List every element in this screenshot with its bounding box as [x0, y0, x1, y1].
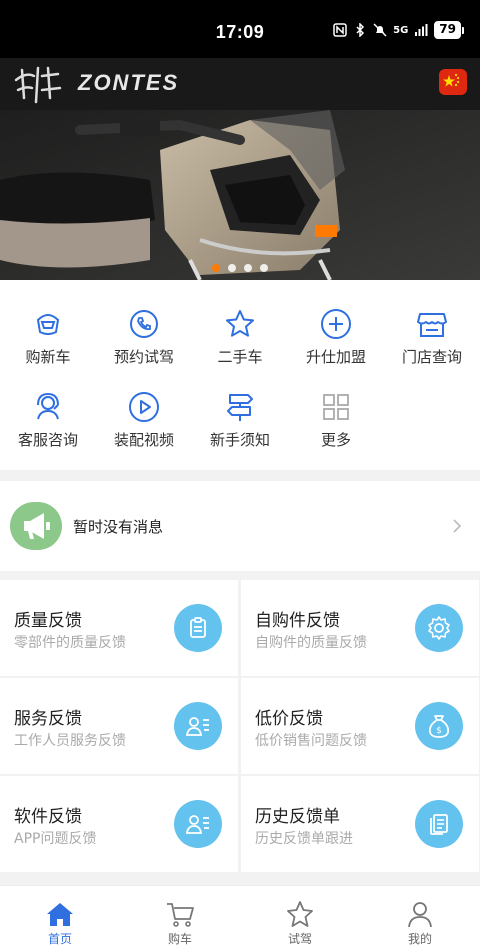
nav-label: 首页 — [47, 932, 72, 946]
carousel-dot[interactable] — [260, 264, 268, 272]
card-title: 质量反馈 — [14, 611, 82, 631]
network-label: 5G — [393, 24, 409, 36]
mute-bell-icon — [373, 23, 387, 37]
status-bar: 17:09 5G 79 — [0, 0, 480, 58]
star-icon — [287, 901, 313, 927]
megaphone-icon — [24, 513, 50, 539]
person-card-icon — [174, 800, 222, 848]
nav-label: 试驾 — [287, 932, 312, 946]
card-subtitle: 零部件的质量反馈 — [14, 635, 126, 651]
battery-indicator: 79 — [434, 21, 464, 39]
battery-level: 79 — [434, 21, 461, 39]
quick-item-assembly-video[interactable]: 装配视频 — [96, 391, 192, 461]
quick-item-more[interactable]: 更多 — [288, 391, 384, 461]
person-card-icon — [174, 702, 222, 750]
carousel-dot[interactable] — [244, 264, 252, 272]
clipboard-icon — [174, 604, 222, 652]
plus-circle-icon — [321, 309, 351, 339]
phone-icon — [130, 310, 158, 338]
carousel-dot[interactable] — [212, 264, 220, 272]
nav-buy-car[interactable]: 购车 — [120, 886, 240, 950]
signal-icon — [415, 24, 428, 36]
quick-item-customer-service[interactable]: 客服咨询 — [0, 391, 96, 461]
svg-text:$: $ — [436, 726, 442, 736]
card-service-feedback[interactable]: 服务反馈 工作人员服务反馈 — [0, 678, 238, 774]
card-title: 服务反馈 — [14, 709, 82, 729]
home-icon — [47, 903, 73, 926]
signpost-icon — [227, 394, 253, 421]
gear-icon — [415, 604, 463, 652]
cart-icon — [167, 903, 194, 927]
card-low-price-feedback[interactable]: 低价反馈 低价销售问题反馈 $ — [241, 678, 479, 774]
nav-test-drive[interactable]: 试驾 — [240, 886, 360, 950]
quick-item-franchise[interactable]: 升仕加盟 — [288, 308, 384, 378]
brand-header: ZONTES — [0, 58, 480, 110]
quick-item-store-search[interactable]: 门店查询 — [384, 308, 480, 378]
quick-item-used-car[interactable]: 二手车 — [192, 308, 288, 378]
chevron-right-icon — [453, 519, 462, 533]
star-icon — [226, 310, 254, 337]
motorcycle-image — [0, 110, 480, 280]
document-icon — [415, 800, 463, 848]
brand-logo — [14, 66, 62, 104]
card-subtitle: 自购件的质量反馈 — [255, 635, 367, 651]
feedback-cards: 质量反馈 零部件的质量反馈 自购件反馈 自购件的质量反馈 服务反馈 工作人员服务… — [0, 580, 480, 885]
money-bag-icon: $ — [415, 702, 463, 750]
store-icon — [417, 313, 447, 337]
hero-banner[interactable] — [0, 110, 480, 280]
nfc-icon — [333, 23, 347, 37]
grid-icon — [323, 394, 349, 420]
card-self-purchased-feedback[interactable]: 自购件反馈 自购件的质量反馈 — [241, 580, 479, 676]
card-history-feedback[interactable]: 历史反馈单 历史反馈单跟进 — [241, 776, 479, 872]
card-title: 低价反馈 — [255, 709, 323, 729]
carousel-dot[interactable] — [228, 264, 236, 272]
play-icon — [129, 392, 159, 422]
card-subtitle: 历史反馈单跟进 — [255, 831, 353, 847]
nav-home[interactable]: 首页 — [0, 886, 120, 950]
nav-mine[interactable]: 我的 — [360, 886, 480, 950]
user-icon — [408, 902, 432, 928]
notice-icon-wrap — [10, 502, 62, 550]
bottom-nav: 首页 购车 试驾 我的 — [0, 885, 480, 950]
card-subtitle: APP问题反馈 — [14, 831, 97, 847]
bluetooth-icon — [356, 23, 365, 37]
quick-menu: 购新车 预约试驾 二手车 升仕加盟 门店查询 客服咨询 装配视频 新手须知 更多 — [0, 280, 480, 470]
quick-item-test-drive[interactable]: 预约试驾 — [96, 308, 192, 378]
card-subtitle: 低价销售问题反馈 — [255, 733, 367, 749]
card-subtitle: 工作人员服务反馈 — [14, 733, 126, 749]
headset-icon — [37, 392, 59, 420]
quick-item-buy-new-car[interactable]: 购新车 — [0, 308, 96, 378]
brand-name: ZONTES — [78, 70, 180, 95]
nav-label: 我的 — [407, 932, 432, 946]
carousel-indicator — [0, 264, 480, 272]
nav-label: 购车 — [167, 932, 192, 946]
china-flag-icon — [443, 73, 460, 87]
card-title: 历史反馈单 — [255, 807, 340, 827]
motorcycle-helmet-icon — [36, 314, 60, 335]
card-title: 自购件反馈 — [255, 611, 340, 631]
notice-bar[interactable]: 暂时没有消息 — [0, 481, 480, 571]
card-title: 软件反馈 — [14, 807, 82, 827]
notice-text: 暂时没有消息 — [73, 518, 164, 536]
quick-item-beginner-guide[interactable]: 新手须知 — [192, 391, 288, 461]
status-icons: 5G 79 — [333, 21, 464, 39]
card-software-feedback[interactable]: 软件反馈 APP问题反馈 — [0, 776, 238, 872]
language-flag-button[interactable] — [439, 69, 467, 95]
card-quality-feedback[interactable]: 质量反馈 零部件的质量反馈 — [0, 580, 238, 676]
